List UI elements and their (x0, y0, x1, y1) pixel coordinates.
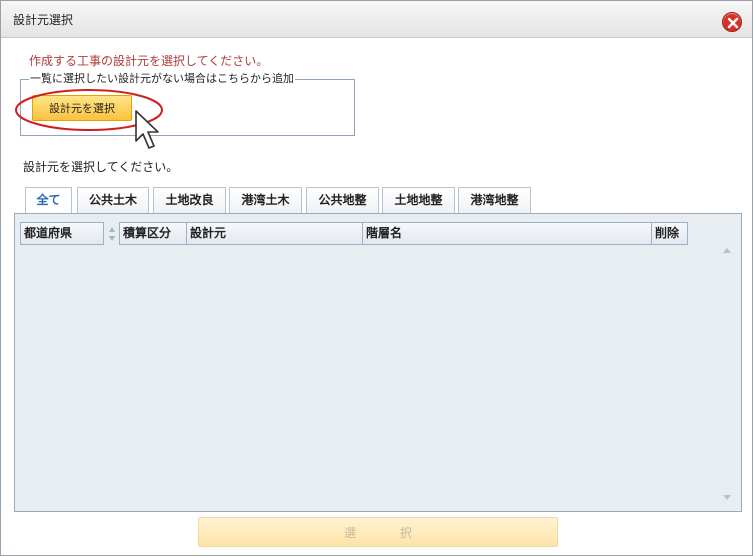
mouse-cursor-icon (135, 110, 159, 149)
tab-harbor-regional[interactable]: 港湾地整 (458, 187, 531, 214)
tab-all[interactable]: 全て (25, 187, 72, 215)
confirm-select-button[interactable]: 選 択 (198, 517, 558, 547)
title-bar: 設計元選択 (1, 1, 752, 38)
tab-public-regional[interactable]: 公共地整 (306, 187, 379, 214)
instruction-text: 作成する工事の設計元を選択してください。 (29, 54, 269, 68)
column-header-design-origin[interactable]: 設計元 (186, 222, 363, 245)
close-button[interactable] (722, 12, 742, 32)
column-header-delete[interactable]: 削除 (651, 222, 688, 245)
vertical-scrollbar[interactable] (720, 244, 736, 504)
tab-land-improvement[interactable]: 土地改良 (153, 187, 226, 214)
sort-arrows-icon[interactable] (108, 226, 116, 242)
select-prompt-text: 設計元を選択してください。 (23, 160, 179, 174)
origin-table: 積算区分 設計元 階層名 削除 (119, 222, 730, 504)
add-origin-legend: 一覧に選択したい設計元がない場合はこちらから追加 (29, 72, 295, 86)
grid-panel: 都道府県 積算区分 設計元 階層名 削除 (14, 213, 742, 512)
close-icon (727, 17, 739, 29)
dialog-title: 設計元選択 (13, 13, 74, 27)
tab-land-regional[interactable]: 土地地整 (382, 187, 455, 214)
tab-public-civil[interactable]: 公共土木 (77, 187, 149, 214)
dialog-window: 設計元選択 作成する工事の設計元を選択してください。 一覧に選択したい設計元がな… (0, 0, 753, 556)
column-header-estimate-category[interactable]: 積算区分 (119, 222, 187, 245)
scroll-up-icon[interactable] (723, 248, 731, 253)
scroll-down-icon[interactable] (723, 495, 731, 500)
tab-harbor-civil[interactable]: 港湾土木 (229, 187, 302, 214)
prefecture-list[interactable]: 都道府県 (20, 222, 120, 504)
prefecture-header[interactable]: 都道府県 (20, 222, 104, 245)
column-header-hierarchy-name[interactable]: 階層名 (362, 222, 652, 245)
